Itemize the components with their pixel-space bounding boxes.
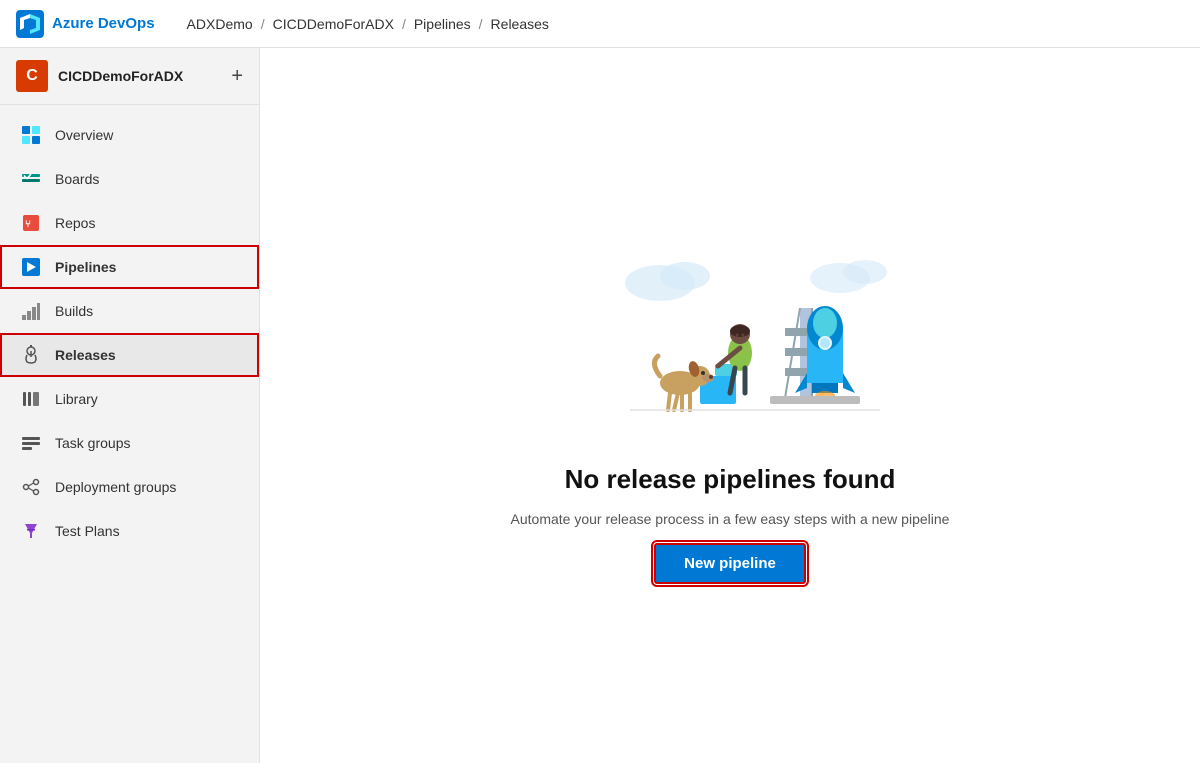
sidebar-item-taskgroups[interactable]: Task groups: [0, 421, 259, 465]
sidebar-item-testplans-label: Test Plans: [55, 523, 120, 539]
sidebar-item-repos-label: Repos: [55, 215, 95, 231]
breadcrumb-pipelines[interactable]: Pipelines: [414, 16, 471, 32]
sidebar-item-library[interactable]: Library: [0, 377, 259, 421]
sidebar-item-library-label: Library: [55, 391, 98, 407]
sidebar-project-header: C CICDDemoForADX +: [0, 48, 259, 105]
content-area: No release pipelines found Automate your…: [260, 48, 1200, 763]
new-pipeline-button[interactable]: New pipeline: [654, 543, 806, 584]
pipelines-icon: [19, 255, 43, 279]
releases-icon: [19, 343, 43, 367]
logo-text: Azure DevOps: [52, 15, 155, 32]
sidebar-item-releases-label: Releases: [55, 347, 116, 363]
boards-icon: [19, 167, 43, 191]
sidebar-item-overview-label: Overview: [55, 127, 113, 143]
main-layout: C CICDDemoForADX + Overview: [0, 48, 1200, 763]
deploymentgroups-icon: [19, 475, 43, 499]
sidebar-item-releases[interactable]: Releases: [0, 333, 259, 377]
testplans-icon: [19, 519, 43, 543]
sidebar-item-repos[interactable]: ⑂ Repos: [0, 201, 259, 245]
breadcrumb-sep-1: /: [261, 16, 265, 32]
sidebar-item-deploymentgroups-label: Deployment groups: [55, 479, 176, 495]
sidebar: C CICDDemoForADX + Overview: [0, 48, 260, 763]
breadcrumb-adxdemo[interactable]: ADXDemo: [187, 16, 253, 32]
overview-icon: [19, 123, 43, 147]
sidebar-item-pipelines-label: Pipelines: [55, 259, 116, 275]
sidebar-item-taskgroups-label: Task groups: [55, 435, 130, 451]
sidebar-item-builds[interactable]: Builds: [0, 289, 259, 333]
empty-state: No release pipelines found Automate your…: [511, 228, 950, 584]
sidebar-item-builds-label: Builds: [55, 303, 93, 319]
sidebar-item-pipelines[interactable]: Pipelines: [0, 245, 259, 289]
add-project-button[interactable]: +: [231, 66, 243, 86]
builds-icon: [19, 299, 43, 323]
sidebar-item-overview[interactable]: Overview: [0, 113, 259, 157]
breadcrumb-sep-3: /: [479, 16, 483, 32]
sidebar-item-boards[interactable]: Boards: [0, 157, 259, 201]
sidebar-item-deploymentgroups[interactable]: Deployment groups: [0, 465, 259, 509]
repos-icon: ⑂: [19, 211, 43, 235]
breadcrumb-cicd[interactable]: CICDDemoForADX: [273, 16, 394, 32]
sidebar-navigation: Overview Boards ⑂: [0, 105, 259, 561]
project-avatar: C: [16, 60, 48, 92]
azure-devops-icon: [16, 10, 44, 38]
library-icon: [19, 387, 43, 411]
empty-state-title: No release pipelines found: [565, 464, 896, 495]
illustration: [570, 228, 890, 448]
project-info[interactable]: C CICDDemoForADX: [16, 60, 183, 92]
breadcrumb-releases: Releases: [491, 16, 549, 32]
logo[interactable]: Azure DevOps: [16, 10, 155, 38]
svg-text:⑂: ⑂: [25, 219, 31, 230]
empty-state-subtitle: Automate your release process in a few e…: [511, 511, 950, 527]
taskgroups-icon: [19, 431, 43, 455]
breadcrumb: ADXDemo / CICDDemoForADX / Pipelines / R…: [187, 16, 549, 32]
breadcrumb-sep-2: /: [402, 16, 406, 32]
sidebar-item-boards-label: Boards: [55, 171, 99, 187]
sidebar-item-testplans[interactable]: Test Plans: [0, 509, 259, 553]
top-navigation: Azure DevOps ADXDemo / CICDDemoForADX / …: [0, 0, 1200, 48]
project-name: CICDDemoForADX: [58, 68, 183, 84]
